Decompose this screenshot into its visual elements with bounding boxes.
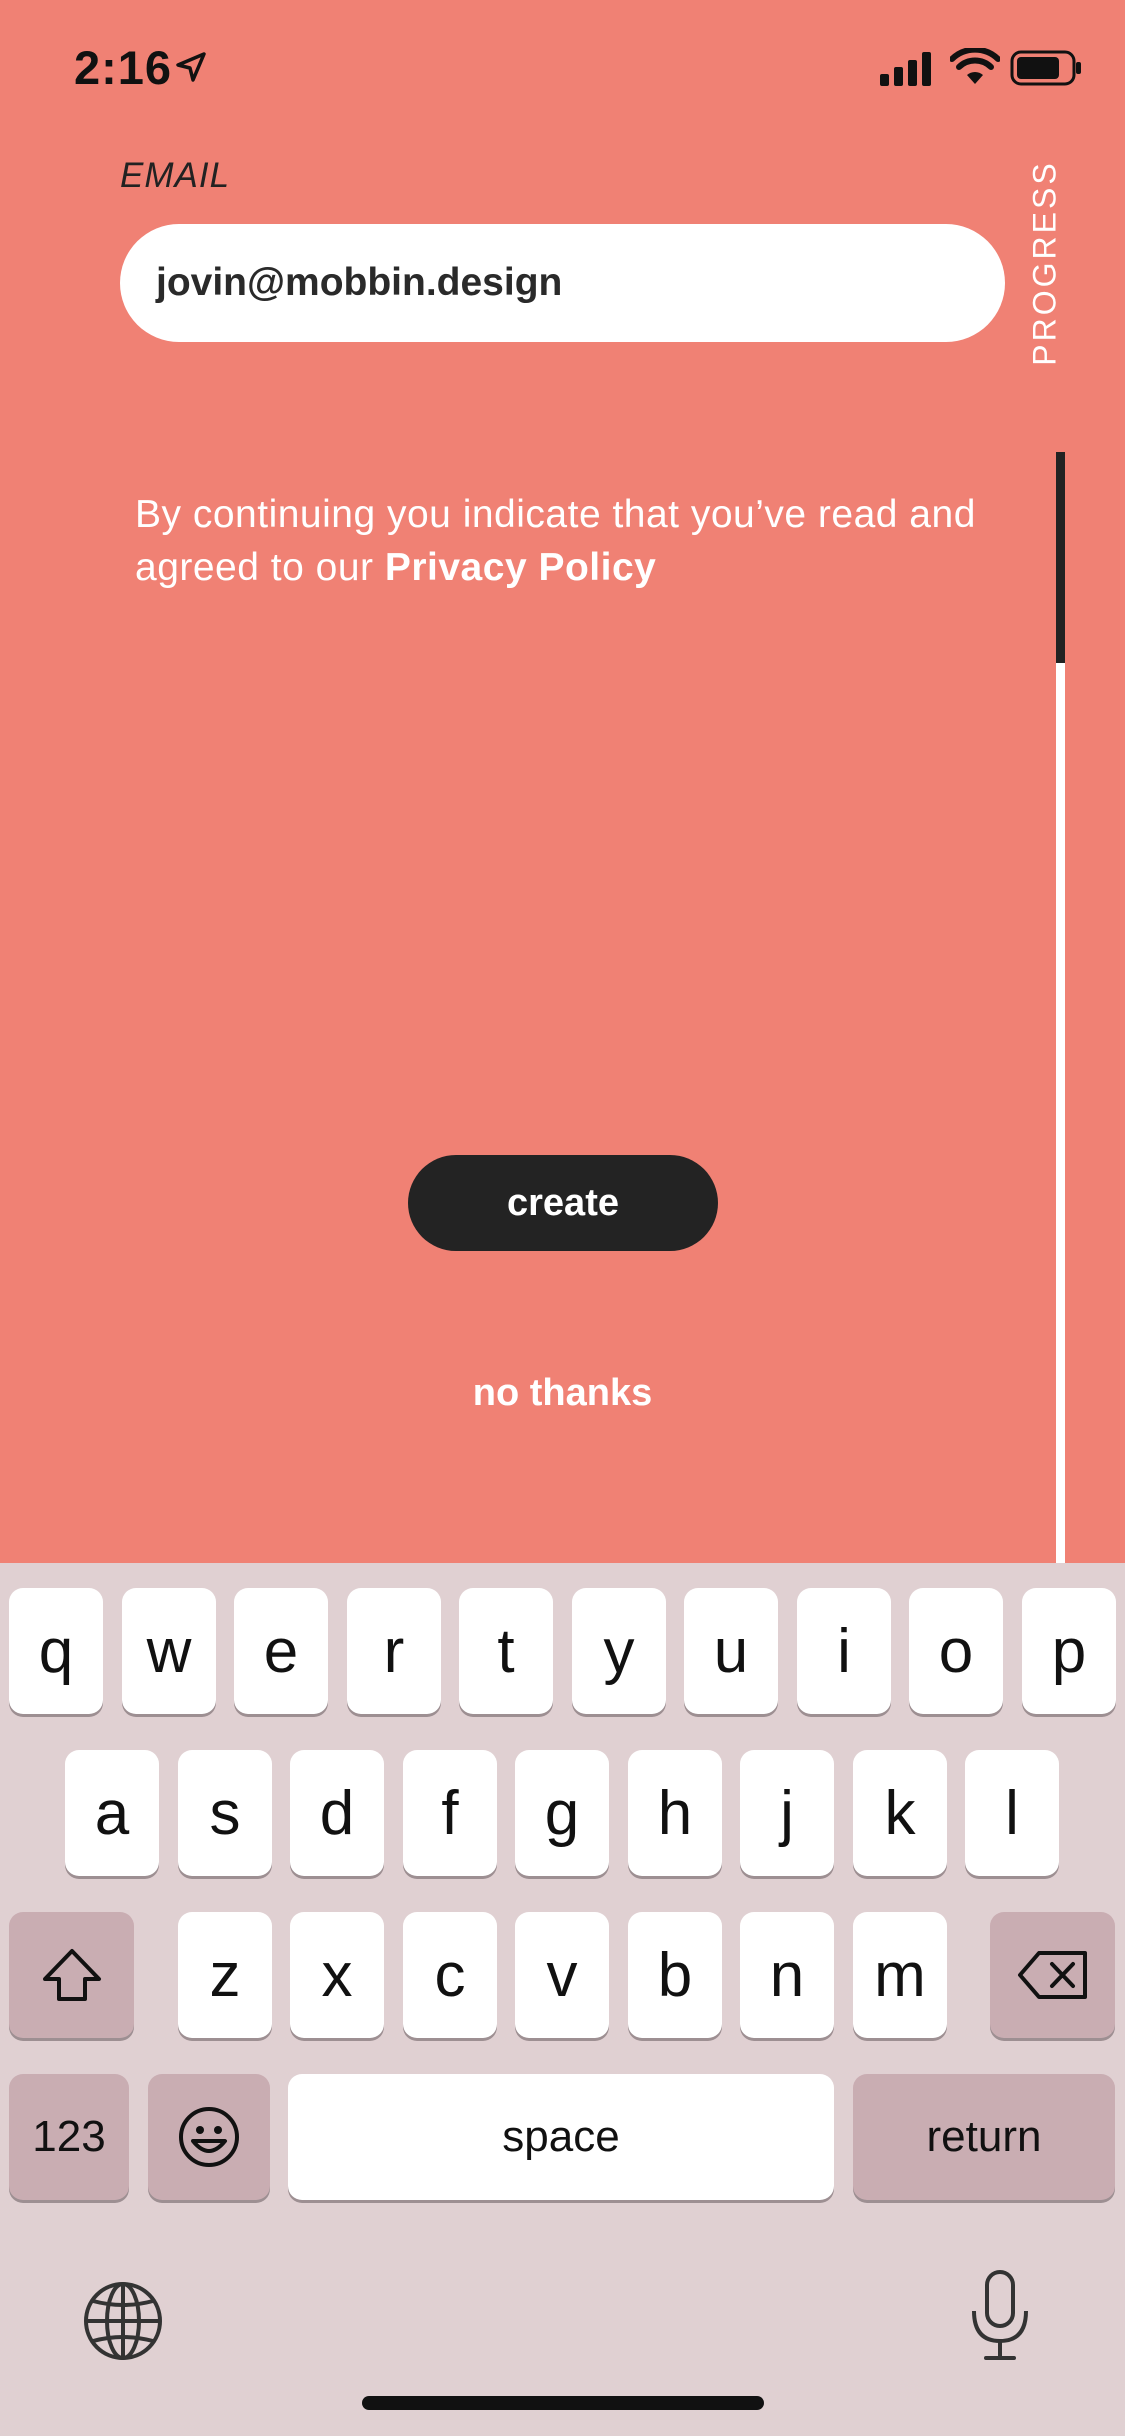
shift-icon xyxy=(42,1949,101,2001)
return-key[interactable]: return xyxy=(853,2074,1115,2200)
key-y[interactable]: y xyxy=(572,1588,666,1714)
key-p[interactable]: p xyxy=(1022,1588,1116,1714)
emoji-key[interactable] xyxy=(148,2074,270,2200)
key-r[interactable]: r xyxy=(347,1588,441,1714)
globe-icon[interactable] xyxy=(81,2279,165,2363)
key-j[interactable]: j xyxy=(740,1750,834,1876)
key-o[interactable]: o xyxy=(909,1588,1003,1714)
key-u[interactable]: u xyxy=(684,1588,778,1714)
key-s[interactable]: s xyxy=(178,1750,272,1876)
key-e[interactable]: e xyxy=(234,1588,328,1714)
key-k[interactable]: k xyxy=(853,1750,947,1876)
progress-label-text: PROGRESS xyxy=(1026,160,1063,366)
progress-fill xyxy=(1056,452,1065,664)
status-time: 2:16 xyxy=(74,41,173,94)
signal-icon xyxy=(880,52,931,86)
key-w[interactable]: w xyxy=(122,1588,216,1714)
key-q[interactable]: q xyxy=(9,1588,103,1714)
email-label: EMAIL xyxy=(120,156,231,195)
create-button[interactable]: create xyxy=(408,1155,718,1251)
key-a[interactable]: a xyxy=(65,1750,159,1876)
key-n[interactable]: n xyxy=(740,1912,834,2038)
delete-icon xyxy=(1017,1951,1087,1999)
key-g[interactable]: g xyxy=(515,1750,609,1876)
key-l[interactable]: l xyxy=(965,1750,1059,1876)
key-c[interactable]: c xyxy=(403,1912,497,2038)
emoji-icon xyxy=(179,2107,239,2167)
location-arrow-icon xyxy=(176,52,206,82)
space-key[interactable]: space xyxy=(288,2074,834,2200)
no-thanks-link[interactable]: no thanks xyxy=(420,1372,705,1415)
microphone-icon[interactable] xyxy=(968,2269,1032,2363)
keyboard: q w e r t y u i o p a s d f g h j k l z … xyxy=(0,1563,1125,2436)
key-f[interactable]: f xyxy=(403,1750,497,1876)
key-i[interactable]: i xyxy=(797,1588,891,1714)
numbers-key[interactable]: 123 xyxy=(9,2074,129,2200)
key-m[interactable]: m xyxy=(853,1912,947,2038)
home-indicator[interactable] xyxy=(362,2396,764,2410)
key-x[interactable]: x xyxy=(290,1912,384,2038)
key-t[interactable]: t xyxy=(459,1588,553,1714)
key-d[interactable]: d xyxy=(290,1750,384,1876)
delete-key[interactable] xyxy=(990,1912,1115,2038)
key-z[interactable]: z xyxy=(178,1912,272,2038)
key-b[interactable]: b xyxy=(628,1912,722,2038)
key-h[interactable]: h xyxy=(628,1750,722,1876)
progress-label: PROGRESS xyxy=(995,160,1095,365)
shift-key[interactable] xyxy=(9,1912,134,2038)
privacy-notice: By continuing you indicate that you’ve r… xyxy=(135,488,995,594)
wifi-icon xyxy=(950,48,1000,84)
email-field[interactable]: jovin@mobbin.design xyxy=(120,224,1005,342)
battery-icon xyxy=(1010,50,1081,86)
privacy-policy-link[interactable]: Privacy Policy xyxy=(385,546,657,589)
key-v[interactable]: v xyxy=(515,1912,609,2038)
